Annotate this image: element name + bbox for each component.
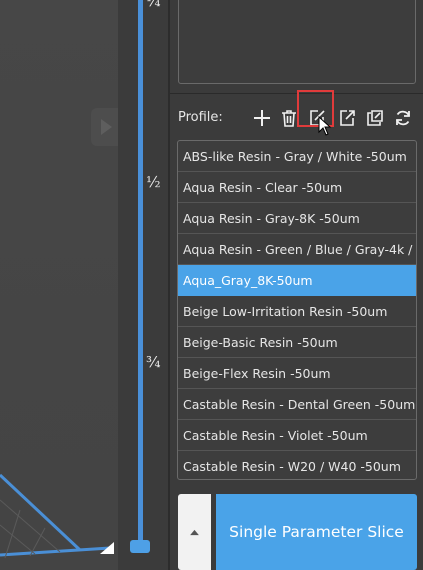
trash-icon bbox=[282, 110, 296, 127]
slice-button-group: Single Parameter Slice bbox=[170, 486, 423, 570]
profile-list-item[interactable]: Castable Resin - Dental Green -50um bbox=[178, 389, 416, 420]
slider-tick-three-quarter: ¾ bbox=[146, 353, 161, 371]
profile-list-item[interactable]: Beige Low-Irritation Resin -50um bbox=[178, 296, 416, 327]
profile-list-item[interactable]: ABS-like Resin - Gray / White -50um bbox=[178, 141, 416, 172]
add-profile-button[interactable] bbox=[250, 105, 274, 131]
profile-list-item[interactable]: Beige-Flex Resin -50um bbox=[178, 358, 416, 389]
refresh-profiles-button[interactable] bbox=[391, 105, 415, 131]
layer-slider-column bbox=[118, 0, 168, 570]
chevron-right-icon bbox=[101, 119, 112, 135]
layer-slider-track[interactable] bbox=[138, 0, 143, 548]
profile-panel: Profile: ABS-like Resin - Gray / White -… bbox=[170, 0, 423, 570]
viewport-3d[interactable] bbox=[0, 0, 118, 570]
slice-options-button[interactable] bbox=[178, 494, 211, 570]
import-profile-button[interactable] bbox=[363, 105, 387, 131]
slider-tick-half: ½ bbox=[146, 173, 161, 191]
caret-up-icon bbox=[190, 529, 199, 535]
layer-slider-handle[interactable] bbox=[130, 540, 150, 553]
profile-list-item[interactable]: Aqua_Gray_8K-50um bbox=[178, 265, 416, 296]
profile-list-item[interactable]: Beige-Basic Resin -50um bbox=[178, 327, 416, 358]
single-parameter-slice-button[interactable]: Single Parameter Slice bbox=[216, 494, 417, 570]
import-icon bbox=[367, 110, 383, 126]
preview-box bbox=[178, 0, 416, 84]
mouse-cursor-icon bbox=[318, 116, 332, 136]
panel-collapse-handle[interactable] bbox=[91, 108, 121, 146]
profile-label: Profile: bbox=[178, 110, 223, 125]
profile-list-item[interactable]: Aqua Resin - Gray-8K -50um bbox=[178, 203, 416, 234]
slider-tick-quarter: ¼ bbox=[146, 0, 161, 10]
refresh-icon bbox=[396, 110, 410, 126]
plus-icon bbox=[254, 110, 270, 126]
profile-list[interactable]: ABS-like Resin - Gray / White -50um Aqua … bbox=[177, 140, 417, 480]
export-icon bbox=[340, 110, 355, 126]
profile-list-item[interactable]: Castable Resin - Violet -50um bbox=[178, 420, 416, 451]
profile-list-item[interactable]: Aqua Resin - Clear -50um bbox=[178, 172, 416, 203]
profile-list-item[interactable]: Castable Resin - W20 / W40 -50um bbox=[178, 451, 416, 479]
profile-list-item[interactable]: Aqua Resin - Green / Blue / Gray-4k / I bbox=[178, 234, 416, 265]
axis-corner-icon bbox=[100, 542, 114, 554]
export-profile-button[interactable] bbox=[335, 105, 359, 131]
